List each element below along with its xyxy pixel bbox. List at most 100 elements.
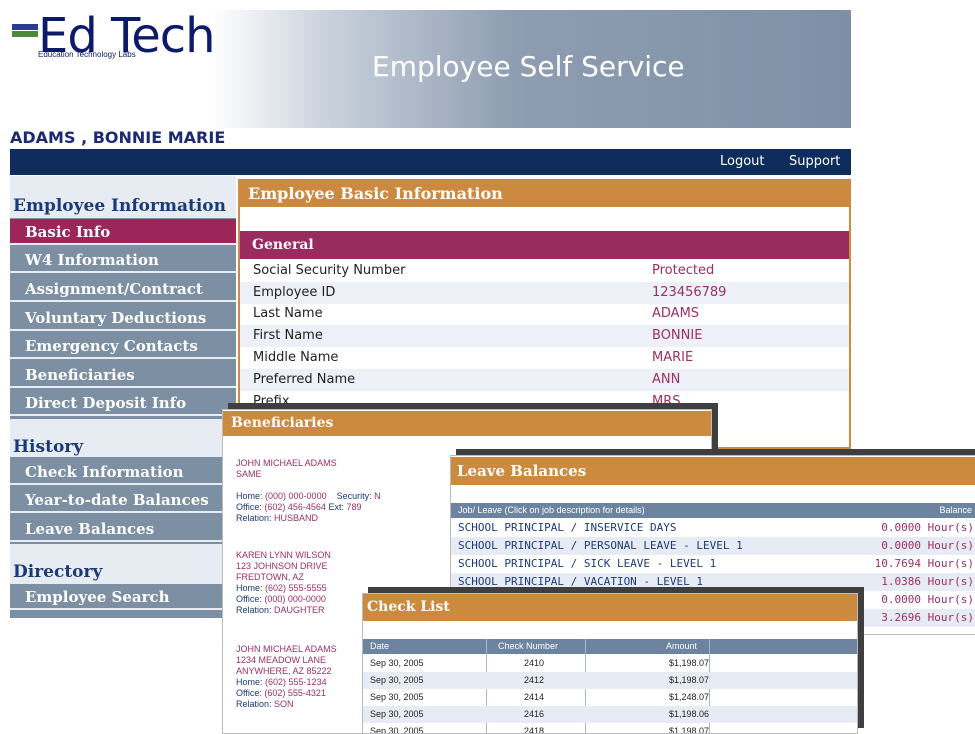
relation-value: DAUGHTER: [274, 605, 325, 615]
sidebar-section-history: History: [13, 437, 84, 457]
leave-balance: 10.7694 Hour(s): [874, 557, 974, 570]
security-label: Security:: [336, 491, 372, 501]
leave-balances-title: Leave Balances: [451, 457, 975, 485]
info-value: 123456789: [652, 285, 727, 300]
sidebar-item-basic-info[interactable]: Basic Info: [10, 219, 236, 245]
leave-job[interactable]: SCHOOL PRINCIPAL / INSERVICE DAYS: [458, 519, 677, 537]
col-date: Date: [370, 641, 390, 651]
logo-icon: [12, 24, 38, 42]
info-row: Last Name ADAMS: [240, 303, 849, 325]
col-balance: Balance: [939, 505, 972, 515]
info-label: First Name: [253, 328, 323, 343]
check-date[interactable]: Sep 30, 2005: [370, 689, 424, 706]
info-label: Social Security Number: [253, 263, 406, 278]
col-amount: Amount: [666, 641, 698, 651]
sidebar-item-check-information[interactable]: Check Information: [10, 459, 236, 485]
info-label: Prefix: [253, 394, 290, 409]
check-date[interactable]: Sep 30, 2005: [370, 672, 424, 689]
home-phone: (000) 000-0000: [265, 491, 327, 501]
leave-table-header: Job/ Leave (Click on job description for…: [451, 503, 975, 518]
check-date[interactable]: Sep 30, 2005: [370, 655, 424, 672]
home-label: Home:: [236, 583, 263, 593]
check-amount: $1,198.07: [668, 726, 709, 734]
check-date[interactable]: Sep 30, 2005: [370, 723, 424, 733]
office-phone: (602) 456-4564: [264, 502, 326, 512]
leave-row[interactable]: SCHOOL PRINCIPAL / VACATION - LEVEL 1 1.0…: [451, 573, 975, 591]
info-value: ANN: [652, 372, 681, 387]
leave-balance: 1.0386 Hour(s): [881, 575, 974, 588]
sidebar-item-w4-information[interactable]: W4 Information: [10, 247, 236, 273]
info-label: Preferred Name: [253, 372, 356, 387]
security-value: N: [374, 491, 381, 501]
office-label: Office:: [236, 688, 262, 698]
beneficiaries-title: Beneficiaries: [223, 411, 711, 436]
info-row: Social Security Number Protected: [240, 260, 849, 282]
info-row: Middle Name MARIE: [240, 347, 849, 369]
info-value: MARIE: [652, 350, 694, 365]
sidebar-item-employee-search[interactable]: Employee Search: [10, 584, 236, 610]
col-check-number: Check Number: [498, 641, 559, 651]
sidebar-item-assignment-contract[interactable]: Assignment/Contract: [10, 276, 236, 302]
check-table-header: Date Check Number Amount: [363, 639, 857, 654]
leave-row[interactable]: SCHOOL PRINCIPAL / INSERVICE DAYS 0.0000 …: [451, 519, 975, 537]
general-section-header: General: [240, 231, 849, 259]
sidebar-item-direct-deposit-info[interactable]: Direct Deposit Info: [10, 390, 236, 416]
check-number: 2416: [524, 709, 545, 719]
relation-label: Relation:: [236, 513, 272, 523]
relation-value: HUSBAND: [274, 513, 319, 523]
relation-label: Relation:: [236, 605, 272, 615]
sidebar-item-voluntary-deductions[interactable]: Voluntary Deductions: [10, 305, 236, 331]
relation-label: Relation:: [236, 699, 272, 709]
logout-link[interactable]: Logout: [720, 154, 765, 169]
leave-row[interactable]: SCHOOL PRINCIPAL / PERSONAL LEAVE - LEVE…: [451, 537, 975, 555]
info-value: MRS: [652, 394, 681, 409]
leave-job[interactable]: SCHOOL PRINCIPAL / SICK LEAVE - LEVEL 1: [458, 555, 716, 573]
info-row: First Name BONNIE: [240, 325, 849, 347]
home-phone: (602) 555-5555: [265, 583, 327, 593]
leave-balance: 0.0000 Hour(s): [881, 539, 974, 552]
sidebar-item-beneficiaries[interactable]: Beneficiaries: [10, 362, 236, 388]
home-phone: (602) 555-1234: [265, 677, 327, 687]
check-list-title: Check List: [363, 594, 857, 621]
check-row[interactable]: Sep 30, 2005 2418 $1,198.07: [363, 723, 857, 734]
sidebar-item-year-to-date-balances[interactable]: Year-to-date Balances: [10, 487, 236, 513]
info-row: Preferred Name ANN: [240, 369, 849, 391]
leave-row[interactable]: SCHOOL PRINCIPAL / SICK LEAVE - LEVEL 1 1…: [451, 555, 975, 573]
page-title: Employee Basic Information: [240, 180, 849, 207]
check-row[interactable]: Sep 30, 2005 2416 $1,198.06: [363, 706, 857, 723]
support-link[interactable]: Support: [789, 154, 840, 169]
check-date[interactable]: Sep 30, 2005: [370, 706, 424, 723]
sidebar-item-emergency-contacts[interactable]: Emergency Contacts: [10, 333, 236, 359]
top-nav-bar: Logout Support: [10, 149, 851, 175]
check-amount: $1,198.06: [668, 709, 709, 719]
info-label: Employee ID: [253, 285, 336, 300]
leave-job[interactable]: SCHOOL PRINCIPAL / PERSONAL LEAVE - LEVE…: [458, 537, 743, 555]
check-list-window: Check List Date Check Number Amount Sep …: [362, 593, 858, 734]
sidebar-item-leave-balances[interactable]: Leave Balances: [10, 516, 236, 542]
check-amount: $1,198.07: [668, 675, 709, 685]
leave-balance: 0.0000 Hour(s): [881, 593, 974, 606]
leave-balance: 3.2696 Hour(s): [881, 611, 974, 624]
info-label: Last Name: [253, 306, 323, 321]
office-label: Office:: [236, 502, 262, 512]
office-phone: (000) 000-0000: [264, 594, 326, 604]
check-amount: $1,248.07: [668, 692, 709, 702]
info-value: ADAMS: [652, 306, 700, 321]
ext-value: 789: [346, 502, 362, 512]
office-label: Office:: [236, 594, 262, 604]
check-row[interactable]: Sep 30, 2005 2412 $1,198.07: [363, 672, 857, 689]
info-value: Protected: [652, 263, 715, 278]
check-number: 2418: [524, 726, 545, 734]
check-amount: $1,198.07: [668, 658, 709, 668]
check-row[interactable]: Sep 30, 2005 2414 $1,248.07: [363, 689, 857, 706]
sidebar-section-directory: Directory: [13, 562, 103, 582]
sidebar-section-employee-information: Employee Information: [13, 196, 226, 216]
check-row[interactable]: Sep 30, 2005 2410 $1,198.07: [363, 655, 857, 672]
employee-name: ADAMS , BONNIE MARIE: [10, 128, 226, 147]
check-number: 2412: [524, 675, 545, 685]
info-row: Employee ID 123456789: [240, 282, 849, 304]
leave-job[interactable]: SCHOOL PRINCIPAL / VACATION - LEVEL 1: [458, 573, 703, 591]
ext-label: Ext:: [328, 502, 344, 512]
home-label: Home:: [236, 677, 263, 687]
col-job-leave: Job/ Leave (Click on job description for…: [458, 505, 645, 515]
